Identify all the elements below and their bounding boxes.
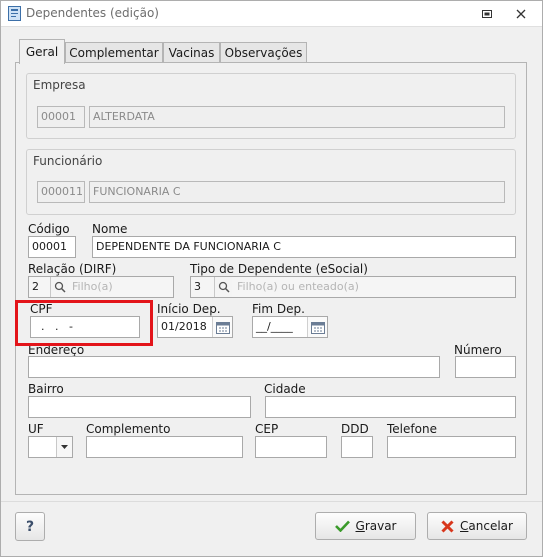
close-icon[interactable] <box>513 6 529 22</box>
funcionario-name-field: FUNCIONARIA C <box>89 181 505 203</box>
tab-panel-geral: Empresa 00001 ALTERDATA Funcionário 0000… <box>15 62 527 495</box>
ddd-label: DDD <box>341 422 369 436</box>
calendar-icon <box>215 321 230 334</box>
relacao-code: 2 <box>32 280 39 293</box>
funcionario-group-title: Funcionário <box>33 154 103 168</box>
cep-label: CEP <box>255 422 279 436</box>
funcionario-group: Funcionário 000011 FUNCIONARIA C <box>26 149 516 215</box>
inicio-dep-value: 01/2018 <box>161 320 207 333</box>
cidade-label: Cidade <box>264 382 306 396</box>
bairro-field[interactable] <box>28 396 251 418</box>
endereco-field[interactable] <box>28 356 440 378</box>
fim-dep-calendar-button[interactable] <box>307 317 327 337</box>
title-bar: Dependentes (edição) <box>1 1 542 27</box>
dependentes-window: Dependentes (edição) Geral Complementar … <box>0 0 543 557</box>
uf-select[interactable] <box>28 436 73 458</box>
document-icon <box>8 6 21 21</box>
cancel-button-label: ancelar <box>468 519 513 533</box>
cancel-button[interactable]: Cancelar <box>427 512 527 540</box>
save-button-label: ravar <box>364 519 397 533</box>
funcionario-code-field: 000011 <box>37 181 85 203</box>
cpf-highlight-box <box>15 300 153 346</box>
tipo-dependente-description: Filho(a) ou enteado(a) <box>237 280 359 293</box>
help-button[interactable]: ? <box>15 512 45 541</box>
tab-complementar[interactable]: Complementar <box>65 42 163 63</box>
uf-label: UF <box>28 422 44 436</box>
relacao-description: Filho(a) <box>72 280 113 293</box>
inicio-dep-calendar-button[interactable] <box>212 317 232 337</box>
tipo-dependente-search-button[interactable] <box>214 277 232 297</box>
uf-dropdown-button[interactable] <box>56 437 72 457</box>
tipo-dependente-code: 3 <box>194 280 201 293</box>
inicio-dep-label: Início Dep. <box>157 302 221 316</box>
bairro-label: Bairro <box>28 382 64 396</box>
numero-field[interactable] <box>455 356 516 378</box>
fim-dep-label: Fim Dep. <box>252 302 305 316</box>
tipo-dependente-lookup[interactable]: 3 Filho(a) ou enteado(a) <box>190 276 516 298</box>
codigo-field[interactable]: 00001 <box>28 236 76 258</box>
tab-geral[interactable]: Geral <box>19 39 65 64</box>
calendar-icon <box>310 321 325 334</box>
chevron-down-icon <box>61 445 68 449</box>
nome-label: Nome <box>92 222 128 236</box>
cidade-field[interactable] <box>265 396 516 418</box>
search-icon <box>54 281 66 293</box>
cancel-x-icon <box>441 519 454 533</box>
window-title: Dependentes (edição) <box>26 6 159 20</box>
restore-icon[interactable] <box>479 6 495 22</box>
complemento-field[interactable] <box>86 436 243 458</box>
tipo-dependente-label: Tipo de Dependente (eSocial) <box>190 262 368 276</box>
nome-field[interactable]: DEPENDENTE DA FUNCIONARIA C <box>92 236 516 258</box>
telefone-label: Telefone <box>387 422 437 436</box>
relacao-search-button[interactable] <box>50 277 68 297</box>
codigo-label: Código <box>28 222 70 236</box>
tab-vacinas[interactable]: Vacinas <box>163 42 220 63</box>
cep-field[interactable] <box>255 436 327 458</box>
complemento-label: Complemento <box>86 422 171 436</box>
empresa-group: Empresa 00001 ALTERDATA <box>26 73 516 139</box>
footer-divider <box>1 501 542 502</box>
numero-label: Número <box>454 343 502 357</box>
checkmark-icon <box>334 520 350 532</box>
empresa-code-field: 00001 <box>37 106 85 128</box>
search-icon <box>218 281 230 293</box>
tab-observacoes[interactable]: Observações <box>220 42 307 63</box>
empresa-group-title: Empresa <box>33 78 86 92</box>
cancel-button-accelerator: C <box>460 519 469 533</box>
fim-dep-value: __/____ <box>256 320 293 333</box>
relacao-label: Relação (DIRF) <box>28 262 117 276</box>
ddd-field[interactable] <box>341 436 373 458</box>
empresa-name-field: ALTERDATA <box>89 106 505 128</box>
telefone-field[interactable] <box>387 436 516 458</box>
fim-dep-field[interactable]: __/____ <box>252 316 328 338</box>
inicio-dep-field[interactable]: 01/2018 <box>157 316 233 338</box>
relacao-lookup[interactable]: 2 Filho(a) <box>28 276 174 298</box>
save-button-accelerator: G <box>355 519 365 533</box>
save-button[interactable]: Gravar <box>315 512 416 540</box>
